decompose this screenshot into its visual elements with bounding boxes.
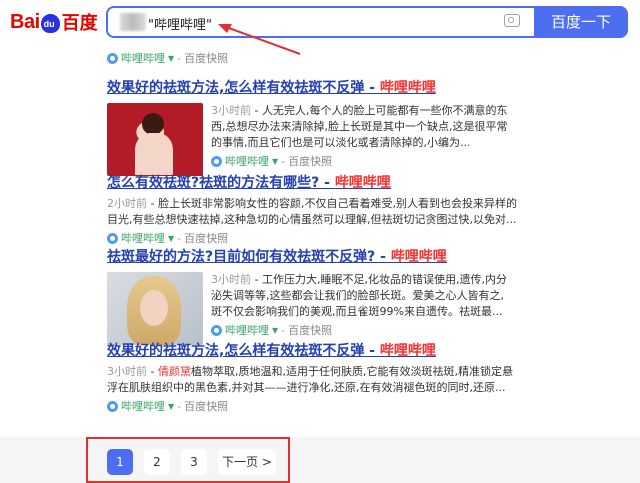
result-title-text: 祛斑最好的方法?目前如何有效祛斑不反弹? - <box>107 249 391 265</box>
source-name[interactable]: 哔哩哔哩 <box>121 50 165 66</box>
snapshot-link[interactable]: 百度快照 <box>184 398 228 414</box>
result-text: - 工作压力大,睡眠不足,化妆品的错误使用,遗传,内分泌失调等等,这些都会让我们… <box>211 273 507 318</box>
logo-text-left: Bai <box>10 10 40 33</box>
source-name[interactable]: 哔哩哔哩 <box>225 153 269 169</box>
result-title-site: 哔哩哔哩 <box>379 80 436 96</box>
source-icon <box>107 232 118 244</box>
caret-down-icon[interactable]: ▼ <box>168 234 174 243</box>
search-input[interactable]: "哔哩哔哩" <box>106 6 534 38</box>
header-bar: Bai 百度 "哔哩哔哩" 百度一下 <box>0 0 640 44</box>
result-title-site: 哔哩哔哩 <box>390 249 447 265</box>
source-icon <box>107 400 118 412</box>
source-icon <box>211 324 222 336</box>
search-result: 祛斑最好的方法?目前如何有效祛斑不反弹? - 哔哩哔哩 3小时前 - 工作压力大… <box>107 246 511 345</box>
paw-icon <box>40 13 60 33</box>
result-title-text: 效果好的祛斑方法,怎么样有效祛斑不反弹 - <box>107 80 380 96</box>
result-title-text: 效果好的祛斑方法,怎么样有效祛斑不反弹 - <box>107 343 380 359</box>
result-title[interactable]: 祛斑最好的方法?目前如何有效祛斑不反弹? - 哔哩哔哩 <box>107 246 511 266</box>
result-title[interactable]: 怎么有效祛斑?祛斑的方法有哪些? - 哔哩哔哩 <box>107 172 519 192</box>
source-name[interactable]: 哔哩哔哩 <box>121 230 165 246</box>
annotation-box <box>86 437 290 483</box>
separator: - <box>177 51 182 65</box>
result-thumbnail[interactable] <box>107 272 203 345</box>
result-title-site: 哔哩哔哩 <box>379 343 436 359</box>
caret-down-icon[interactable]: ▼ <box>272 157 278 166</box>
result-time: 3小时前 <box>107 365 147 378</box>
result-title-site: 哔哩哔哩 <box>334 175 391 191</box>
baidu-logo[interactable]: Bai 百度 <box>10 8 98 36</box>
source-name[interactable]: 哔哩哔哩 <box>121 398 165 414</box>
result-thumbnail[interactable] <box>107 103 203 176</box>
result-text: - 脸上长斑非常影响女性的容颜,不仅自己看着难受,别人看到也会投来异样的目光,有… <box>107 197 517 226</box>
search-result: 怎么有效祛斑?祛斑的方法有哪些? - 哔哩哔哩 2小时前 - 脸上长斑非常影响女… <box>107 172 519 246</box>
blurred-text <box>120 13 146 31</box>
result-time: 2小时前 <box>107 197 147 210</box>
separator: - <box>281 154 286 168</box>
top-source-row: 哔哩哔哩 ▼ - 百度快照 <box>107 50 228 66</box>
snapshot-link[interactable]: 百度快照 <box>184 50 228 66</box>
source-icon <box>107 52 118 64</box>
caret-down-icon[interactable]: ▼ <box>272 326 278 335</box>
separator: - <box>281 323 286 337</box>
result-title[interactable]: 效果好的祛斑方法,怎么样有效祛斑不反弹 - 哔哩哔哩 <box>107 340 519 360</box>
camera-icon[interactable] <box>504 14 520 27</box>
search-result: 效果好的祛斑方法,怎么样有效祛斑不反弹 - 哔哩哔哩 3小时前 - 人无完人,每… <box>107 77 511 176</box>
result-desc: 2小时前 - 脸上长斑非常影响女性的容颜,不仅自己看着难受,别人看到也会投来异样… <box>107 196 519 228</box>
search-button[interactable]: 百度一下 <box>534 6 628 38</box>
search-result: 效果好的祛斑方法,怎么样有效祛斑不反弹 - 哔哩哔哩 3小时前 - 倩颜黛植物萃… <box>107 340 519 414</box>
caret-down-icon[interactable]: ▼ <box>168 402 174 411</box>
caret-down-icon[interactable]: ▼ <box>168 54 174 63</box>
snapshot-link[interactable]: 百度快照 <box>288 153 332 169</box>
result-time: 3小时前 <box>211 273 251 286</box>
result-title[interactable]: 效果好的祛斑方法,怎么样有效祛斑不反弹 - 哔哩哔哩 <box>107 77 511 97</box>
separator: - <box>177 231 182 245</box>
source-icon <box>211 155 222 167</box>
separator: - <box>177 399 182 413</box>
result-time: 3小时前 <box>211 104 251 117</box>
logo-text-right: 百度 <box>61 13 98 34</box>
source-name[interactable]: 哔哩哔哩 <box>225 322 269 338</box>
snapshot-link[interactable]: 百度快照 <box>288 322 332 338</box>
result-highlight: 倩颜黛 <box>157 365 191 378</box>
result-text-a: - <box>147 365 158 378</box>
snapshot-link[interactable]: 百度快照 <box>184 230 228 246</box>
result-text: - 人无完人,每个人的脸上可能都有一些你不满意的东西,总想尽办法来清除掉,脸上长… <box>211 104 508 149</box>
result-title-text: 怎么有效祛斑?祛斑的方法有哪些? - <box>107 175 335 191</box>
result-desc: 3小时前 - 倩颜黛植物萃取,质地温和,适用于任何肤质,它能有效淡斑祛斑,精准锁… <box>107 364 519 396</box>
result-desc: 3小时前 - 工作压力大,睡眠不足,化妆品的错误使用,遗传,内分泌失调等等,这些… <box>211 272 511 320</box>
result-desc: 3小时前 - 人无完人,每个人的脸上可能都有一些你不满意的东西,总想尽办法来清除… <box>211 103 511 151</box>
search-value: "哔哩哔哩" <box>148 18 212 33</box>
